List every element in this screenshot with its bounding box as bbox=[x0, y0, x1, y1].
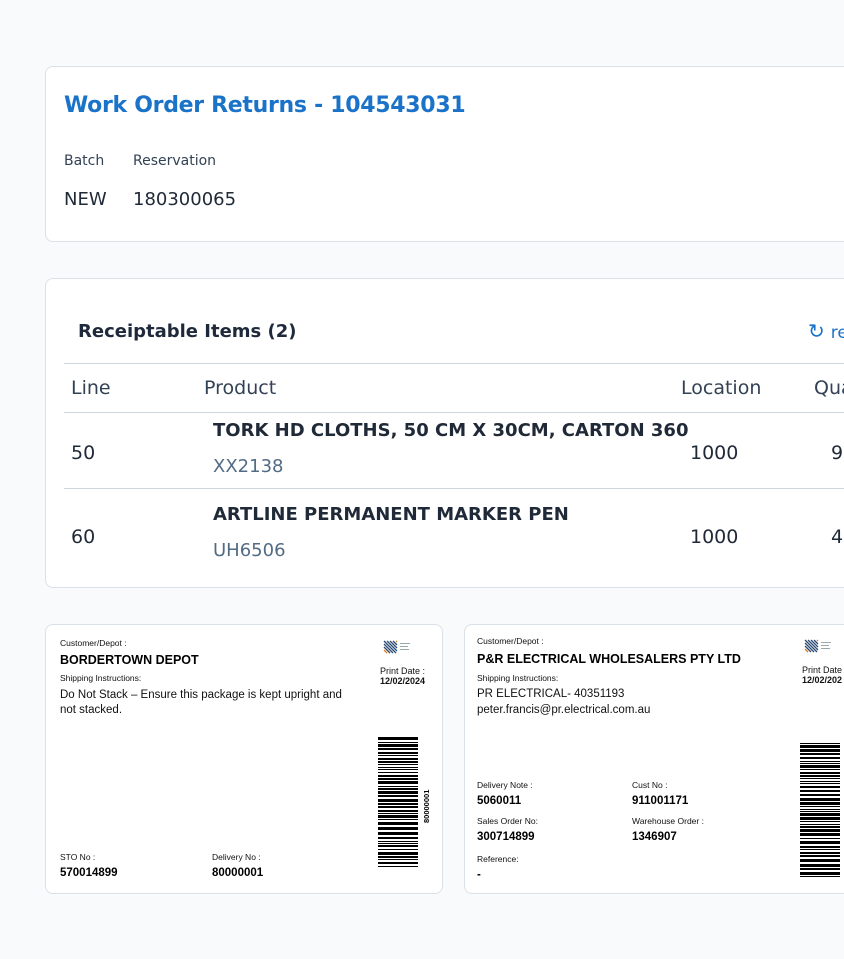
row-line: 50 bbox=[71, 442, 96, 464]
refresh-button[interactable]: ↻ re bbox=[808, 319, 844, 343]
batch-label: Batch bbox=[64, 153, 105, 169]
shipping-instruction-line: PR ELECTRICAL- 40351193 bbox=[477, 688, 625, 700]
print-date: Print Date : 12/02/2024 bbox=[380, 666, 425, 686]
reference: - bbox=[477, 869, 481, 881]
work-order-header-card: Work Order Returns - 104543031 Batch Res… bbox=[45, 66, 844, 242]
row-quantity: 48 bbox=[831, 526, 844, 548]
table-row[interactable]: 50 TORK HD CLOTHS, 50 CM X 30CM, CARTON … bbox=[46, 420, 844, 496]
shipping-instruction-email: peter.francis@pr.electrical.com.au bbox=[477, 704, 651, 716]
company-logo bbox=[383, 640, 410, 654]
company-logo bbox=[804, 639, 831, 653]
reservation-label: Reservation bbox=[133, 153, 217, 169]
print-date-value: 12/02/2024 bbox=[380, 676, 426, 686]
row-quantity: 9 bbox=[831, 442, 844, 464]
row-location: 1000 bbox=[690, 526, 739, 548]
column-header-location: Location bbox=[681, 377, 762, 399]
table-row[interactable]: 60 ARTLINE PERMANENT MARKER PEN UH6506 1… bbox=[46, 504, 844, 580]
customer-label: Customer/Depot : bbox=[477, 636, 544, 646]
row-product-code: UH6506 bbox=[213, 540, 286, 561]
shipping-instructions-label: Shipping Instructions: bbox=[477, 673, 559, 683]
table-header-divider bbox=[64, 363, 844, 364]
customer-name: BORDERTOWN DEPOT bbox=[60, 653, 199, 667]
reference-label: Reference: bbox=[477, 854, 519, 864]
row-location: 1000 bbox=[690, 442, 739, 464]
sto-number: 570014899 bbox=[60, 867, 118, 879]
warehouse-order: 1346907 bbox=[632, 831, 677, 843]
page-title: Work Order Returns - 104543031 bbox=[64, 93, 466, 118]
receiptable-items-card: Receiptable Items (2) ↻ re Line Product L… bbox=[45, 278, 844, 588]
warehouse-order-label: Warehouse Order : bbox=[632, 816, 704, 826]
row-product-name: ARTLINE PERMANENT MARKER PEN bbox=[213, 504, 569, 525]
shipping-instructions-label: Shipping Instructions: bbox=[60, 673, 142, 683]
items-title: Receiptable Items (2) bbox=[78, 321, 297, 342]
sto-number-label: STO No : bbox=[60, 852, 96, 862]
customer-label: Customer/Depot : bbox=[60, 638, 127, 648]
column-header-quantity: Qua bbox=[814, 377, 844, 399]
cust-no-label: Cust No : bbox=[632, 780, 668, 790]
delivery-note-label: Delivery Note : bbox=[477, 780, 533, 790]
column-header-line: Line bbox=[71, 377, 111, 399]
delivery-number: 80000001 bbox=[212, 867, 264, 879]
delivery-number-label: Delivery No : bbox=[212, 852, 261, 862]
shipping-label-pr-electrical[interactable]: Customer/Depot : P&R ELECTRICAL WHOLESAL… bbox=[464, 624, 844, 894]
barcode-number: 80000001 bbox=[422, 789, 431, 823]
sales-order-label: Sales Order No: bbox=[477, 816, 538, 826]
customer-name: P&R ELECTRICAL WHOLESALERS PTY LTD bbox=[477, 652, 741, 666]
delivery-note: 5060011 bbox=[477, 795, 522, 807]
sales-order: 300714899 bbox=[477, 831, 535, 843]
print-date: Print Date 12/02/202 bbox=[802, 665, 842, 685]
print-date-value: 12/02/202 bbox=[802, 675, 843, 685]
reservation-value: 180300065 bbox=[133, 189, 237, 210]
print-date-label: Print Date bbox=[802, 665, 843, 675]
table-divider bbox=[64, 412, 844, 413]
refresh-icon: ↻ bbox=[808, 319, 825, 343]
barcode bbox=[378, 737, 418, 867]
barcode bbox=[800, 743, 840, 877]
column-header-product: Product bbox=[204, 377, 277, 399]
batch-value: NEW bbox=[64, 189, 107, 210]
row-product-name: TORK HD CLOTHS, 50 CM X 30CM, CARTON 360 bbox=[213, 420, 689, 441]
shipping-label-bordertown[interactable]: Customer/Depot : BORDERTOWN DEPOT Shippi… bbox=[45, 624, 443, 894]
row-product-code: XX2138 bbox=[213, 456, 284, 477]
cust-no: 911001171 bbox=[632, 795, 689, 807]
print-date-label: Print Date : bbox=[380, 666, 426, 676]
refresh-label: re bbox=[830, 323, 844, 343]
row-divider bbox=[64, 488, 844, 489]
shipping-instructions: Do Not Stack – Ensure this package is ke… bbox=[60, 689, 342, 716]
row-line: 60 bbox=[71, 526, 96, 548]
